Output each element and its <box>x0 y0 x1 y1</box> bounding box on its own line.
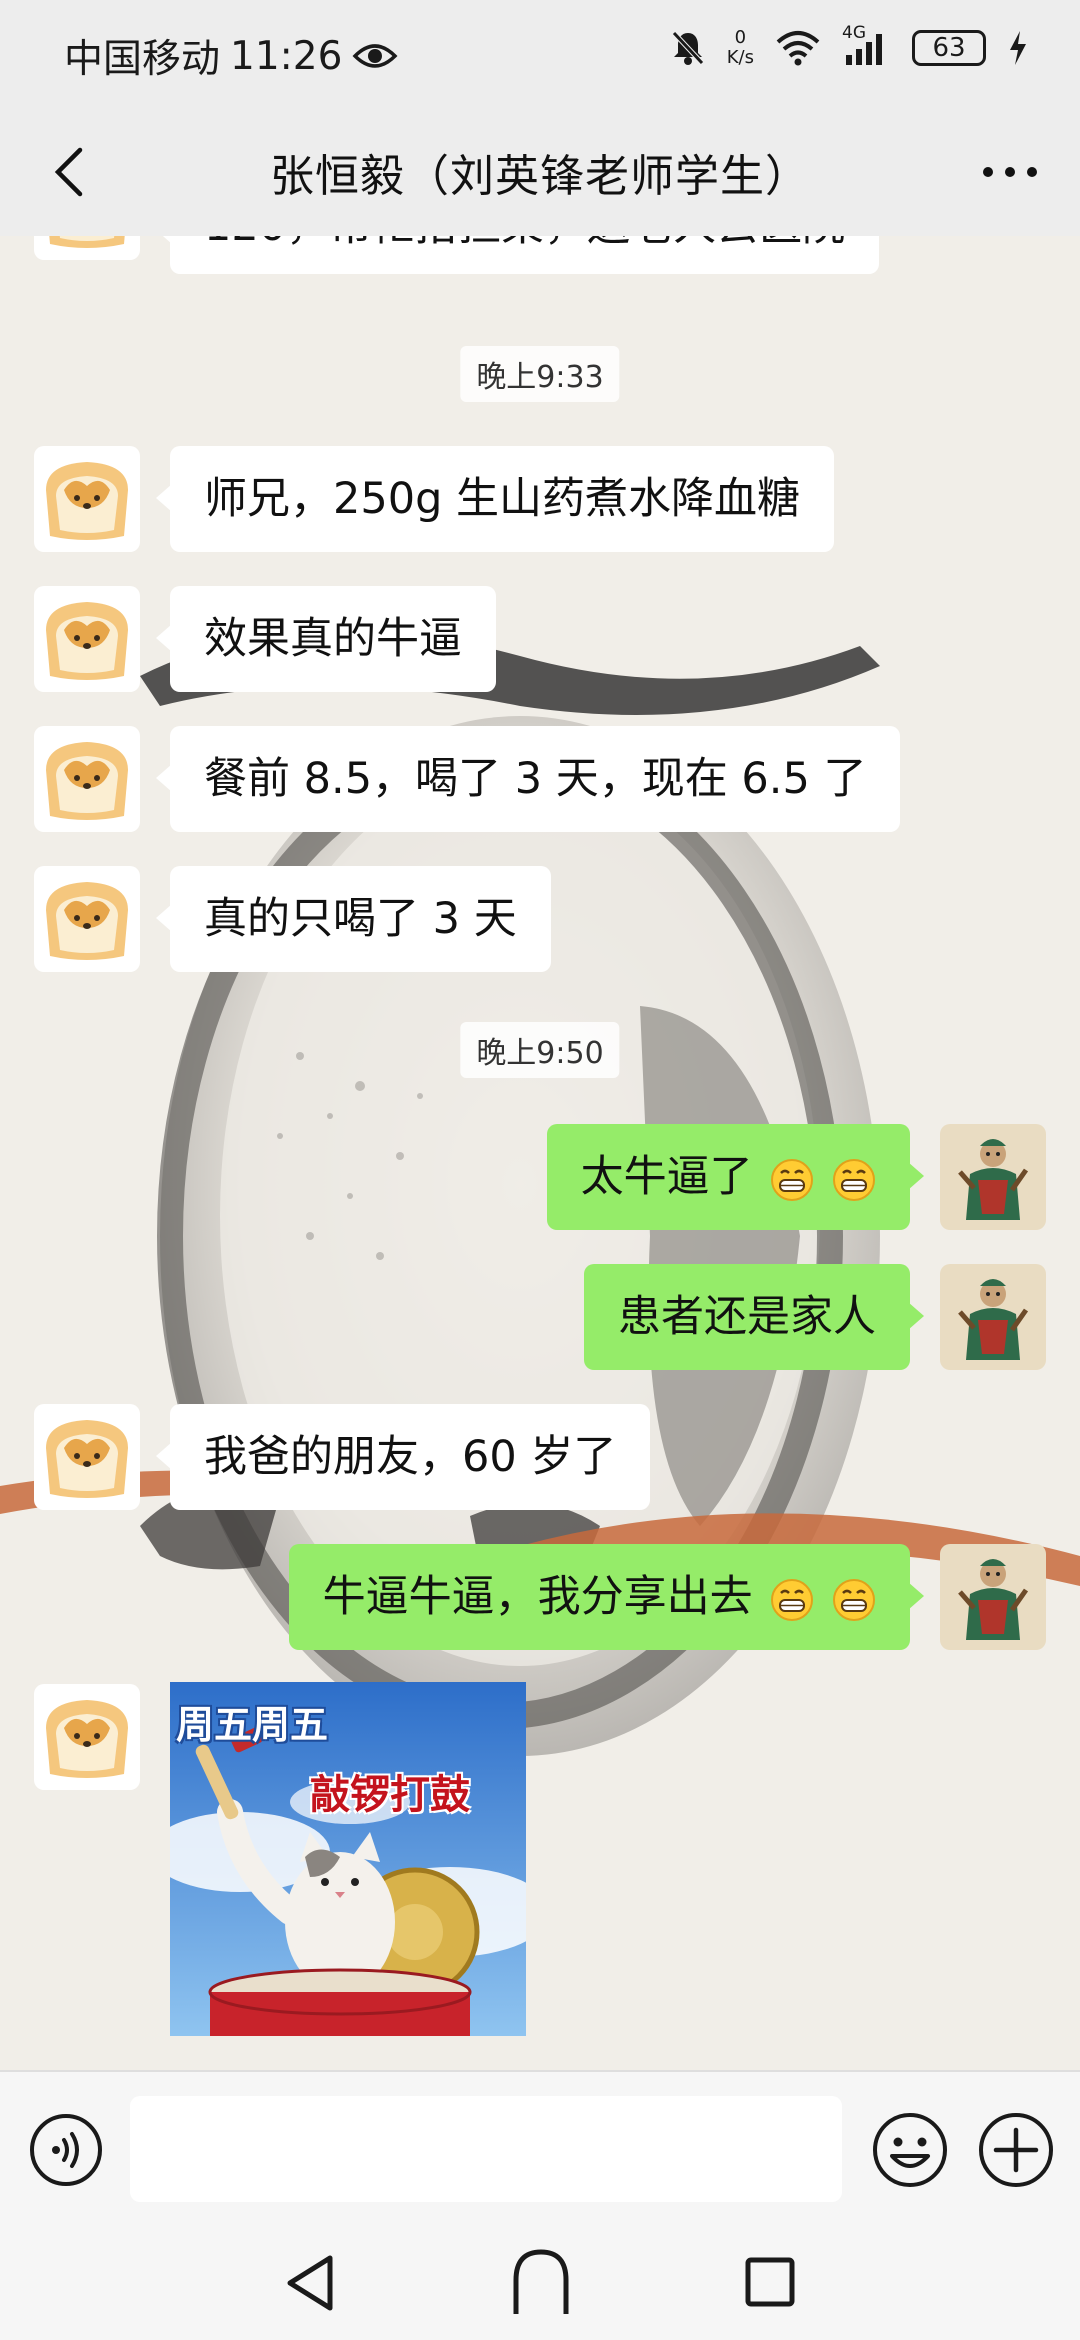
status-bar: 中国移动 11:26 0 K/s 4G 63 <box>0 0 1080 108</box>
message-text: 牛逼牛逼，我分享出去 <box>322 1572 753 1622</box>
carrier-name: 中国移动 <box>64 37 221 82</box>
message-text: 我爸的朋友，60 岁了 <box>204 1432 617 1482</box>
more-dots-icon <box>983 167 1037 177</box>
door-god-avatar-icon <box>940 1264 1046 1370</box>
timestamp: 晚上9:50 <box>460 1022 620 1078</box>
back-button[interactable] <box>36 136 108 208</box>
nav-home-button[interactable] <box>508 2246 574 2318</box>
shiba-toast-avatar-icon <box>34 586 140 692</box>
voice-button[interactable] <box>28 2112 104 2188</box>
nav-back-icon <box>287 2255 333 2311</box>
emoji-icon <box>873 2113 947 2187</box>
nav-home-icon <box>513 2249 569 2314</box>
avatar-contact[interactable] <box>34 726 140 832</box>
net-speed-value: 0 <box>734 27 747 48</box>
avatar-self[interactable] <box>940 1124 1046 1230</box>
message-input[interactable] <box>130 2096 842 2202</box>
shiba-toast-avatar-icon <box>34 446 140 552</box>
message-bubble-received[interactable]: 我爸的朋友，60 岁了 <box>155 1404 651 1510</box>
door-god-avatar-icon <box>940 1544 1046 1650</box>
avatar-contact[interactable] <box>34 236 140 260</box>
chat-title: 张恒毅（刘英锋老师学生） <box>270 151 810 202</box>
nav-recent-button[interactable] <box>744 2254 796 2310</box>
grin-emoji <box>771 1578 814 1621</box>
message-text: 真的只喝了 3 天 <box>204 894 517 944</box>
message-bubble-received[interactable]: 餐前 8.5，喝了 3 天，现在 6.5 了 <box>155 726 901 832</box>
grin-emoji <box>833 1158 875 1201</box>
back-chevron-icon <box>54 147 83 197</box>
nav-back-button[interactable] <box>280 2250 340 2316</box>
sticker-caption-2: 敲锣打鼓 <box>310 1772 470 1818</box>
message-text: 120，帮忙抬担架，送老人去医院 <box>204 236 845 251</box>
message-text: 师兄，250g 生山药煮水降血糖 <box>204 474 801 524</box>
message-text: 效果真的牛逼 <box>204 614 462 664</box>
shiba-toast-avatar-icon <box>34 1404 140 1510</box>
clock: 11:26 <box>230 33 343 79</box>
grin-emoji <box>833 1578 875 1621</box>
avatar-contact[interactable] <box>34 1684 140 1790</box>
message-text: 太牛逼了 <box>580 1152 753 1202</box>
charging-icon <box>1010 31 1026 65</box>
avatar-contact[interactable] <box>34 866 140 972</box>
shiba-toast-avatar-icon <box>34 1684 140 1790</box>
mute-bell-icon <box>671 31 704 65</box>
plus-icon <box>979 2113 1053 2187</box>
voice-icon <box>30 2114 102 2186</box>
more-functions-button[interactable] <box>976 2110 1056 2190</box>
message-bubble-received[interactable]: 120，帮忙抬担架，送老人去医院 <box>155 236 880 274</box>
avatar-self[interactable] <box>940 1544 1046 1650</box>
wifi-icon <box>776 31 820 66</box>
net-speed-unit: K/s <box>726 47 754 68</box>
input-bar <box>0 2070 1080 2230</box>
avatar-contact[interactable] <box>34 1404 140 1510</box>
net-speed: 0 K/s <box>727 28 754 68</box>
chat-header: 张恒毅（刘英锋老师学生） <box>0 108 1080 236</box>
emoji-button[interactable] <box>870 2110 950 2190</box>
message-text: 餐前 8.5，喝了 3 天，现在 6.5 了 <box>204 754 867 804</box>
message-bubble-sent[interactable]: 牛逼牛逼，我分享出去 <box>288 1544 925 1650</box>
door-god-avatar-icon <box>940 1124 1046 1230</box>
more-button[interactable] <box>970 136 1050 208</box>
status-left: 中国移动 11:26 <box>64 28 398 84</box>
eye-icon <box>352 44 398 68</box>
message-text: 患者还是家人 <box>618 1292 876 1342</box>
chat-area[interactable]: 120，帮忙抬担架，送老人去医院 晚上9:33 师兄，250g 生山药煮水降血糖… <box>0 236 1080 2070</box>
shiba-toast-avatar-icon <box>34 866 140 972</box>
message-bubble-received[interactable]: 效果真的牛逼 <box>156 586 496 692</box>
sticker-message[interactable]: 周五周五 敲锣打鼓 <box>170 1682 526 2036</box>
avatar-self[interactable] <box>940 1264 1046 1370</box>
system-nav-bar <box>0 2228 1080 2340</box>
grin-emoji <box>771 1158 814 1201</box>
avatar-contact[interactable] <box>34 446 140 552</box>
nav-recent-icon <box>745 2257 795 2307</box>
shiba-toast-avatar-icon <box>34 726 140 832</box>
avatar-contact[interactable] <box>34 586 140 692</box>
message-bubble-sent[interactable]: 太牛逼了 <box>546 1124 925 1230</box>
status-right: 0 K/s 4G 63 <box>671 23 1028 68</box>
message-bubble-received[interactable]: 师兄，250g 生山药煮水降血糖 <box>155 446 835 552</box>
shiba-toast-avatar-icon <box>34 236 140 260</box>
battery-indicator: 63 <box>912 30 986 66</box>
signal-icon: 4G <box>842 23 890 67</box>
sticker-caption-1: 周五周五 <box>176 1703 329 1747</box>
message-bubble-received[interactable]: 真的只喝了 3 天 <box>156 866 551 972</box>
message-bubble-sent[interactable]: 患者还是家人 <box>584 1264 924 1370</box>
battery-level: 63 <box>932 33 966 63</box>
timestamp: 晚上9:33 <box>460 346 620 402</box>
